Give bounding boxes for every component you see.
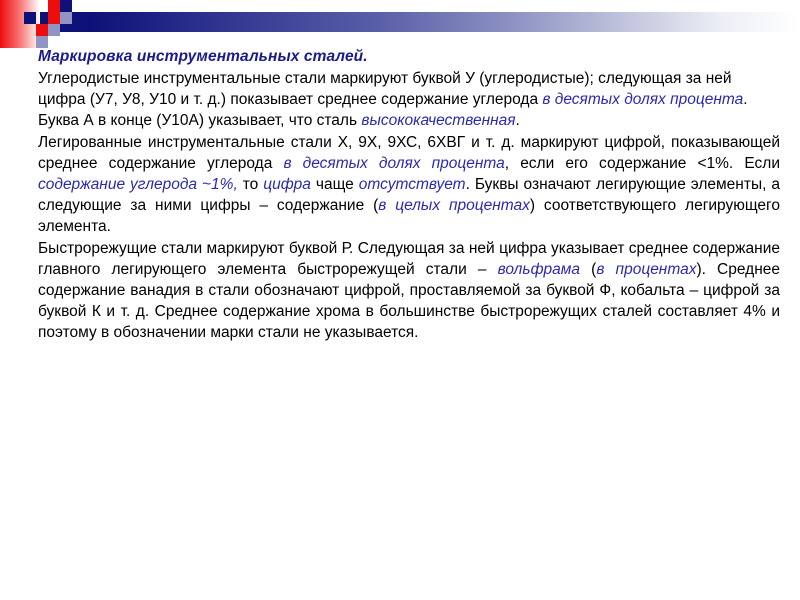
checker-cell: [60, 12, 72, 24]
paragraph-carbon-tool-steels: Углеродистые инструментальные стали марк…: [38, 68, 780, 132]
emphasis-text: высококачественная: [361, 112, 516, 130]
emphasis-text: в десятых долях процента: [542, 91, 744, 109]
gradient-bar: [0, 12, 800, 32]
emphasis-text: содержание углерода ~1%,: [38, 176, 238, 194]
emphasis-text: в десятых долях процента: [283, 154, 505, 172]
body-text-run: чаще: [310, 176, 359, 194]
checker-cell: [48, 12, 60, 24]
body-text-run: (: [580, 260, 597, 278]
checker-cell: [48, 0, 60, 12]
emphasis-text: в целых процентах: [378, 197, 530, 215]
checker-cell: [36, 24, 48, 36]
body-text-run: .: [515, 112, 520, 130]
checker-cell: [60, 0, 72, 12]
slide-content: Маркировка инструментальных сталей. Угле…: [38, 47, 780, 344]
paragraph-high-speed-steels: Быстрорежущие стали маркируют буквой Р. …: [38, 238, 780, 344]
body-text-run: , если его содержание <1%. Если: [504, 154, 780, 172]
checker-cell: [24, 12, 36, 24]
red-fade-block: [0, 0, 40, 48]
emphasis-text: вольфрама: [497, 260, 581, 278]
emphasis-text: отсутствует: [358, 176, 466, 194]
body-text: Углеродистые инструментальные стали марк…: [38, 68, 780, 344]
paragraph-alloyed-tool-steels: Легированные инструментальные стали Х, 9…: [38, 132, 780, 238]
emphasis-text: цифра: [263, 176, 311, 194]
page-title: Маркировка инструментальных сталей.: [38, 48, 368, 65]
checker-cell: [48, 24, 60, 36]
emphasis-text: в процентах: [596, 260, 697, 278]
header-decoration: [0, 0, 800, 48]
body-text-run: то: [237, 176, 264, 194]
